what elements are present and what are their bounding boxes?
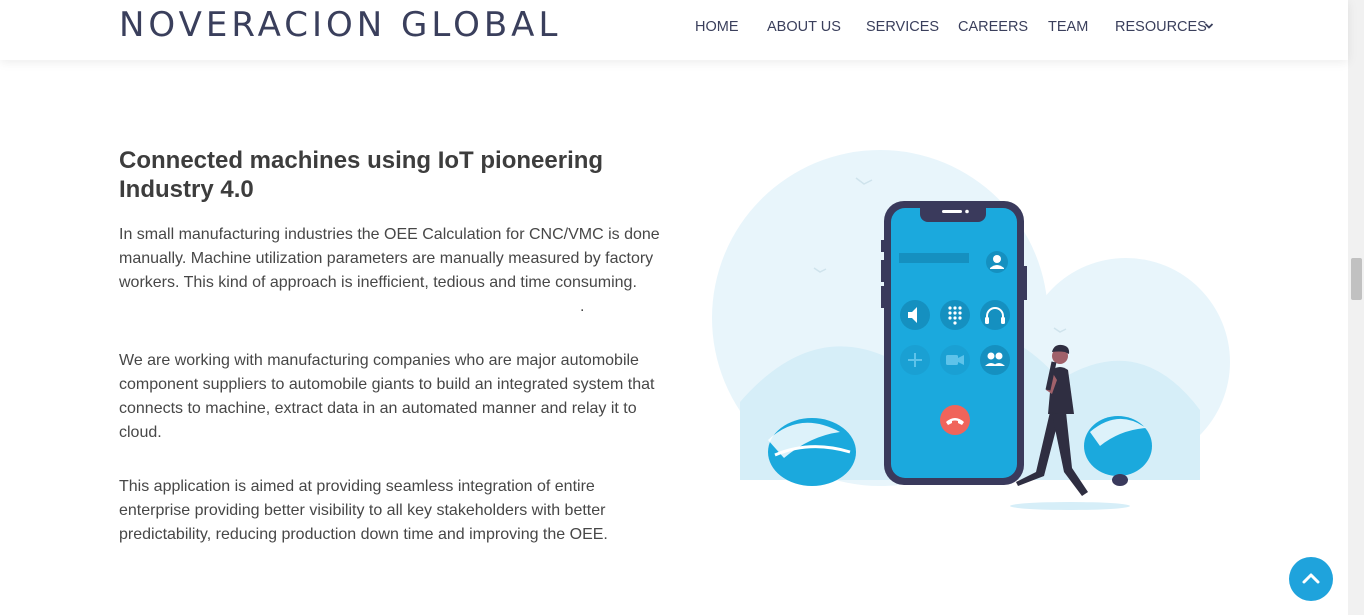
paragraph-problem: In small manufacturing industries the OE…: [119, 226, 660, 291]
headphones-icon[interactable]: [980, 300, 1010, 330]
phone-call-illustration: [712, 150, 1230, 510]
video-icon[interactable]: [940, 345, 970, 375]
back-to-top-button[interactable]: [1289, 557, 1333, 601]
nav-careers[interactable]: CAREERS: [958, 18, 1028, 36]
speaker-icon[interactable]: [900, 300, 930, 330]
nav-about-us[interactable]: ABOUT US: [767, 18, 841, 36]
scrollbar-track[interactable]: [1348, 0, 1364, 615]
scrollbar-thumb[interactable]: [1351, 258, 1362, 300]
smartphone: [881, 201, 1027, 485]
site-logo[interactable]: NOVERACION GLOBAL: [119, 3, 561, 47]
nav-home[interactable]: HOME: [695, 18, 739, 36]
bush-left: [768, 418, 856, 486]
stray-dot: .: [580, 298, 585, 315]
nav-team[interactable]: TEAM: [1048, 18, 1088, 36]
site-header: NOVERACION GLOBAL HOME ABOUT US SERVICES…: [0, 0, 1348, 60]
plus-icon[interactable]: [900, 345, 930, 375]
end-call-icon[interactable]: [940, 405, 970, 435]
contacts-icon[interactable]: [980, 345, 1010, 375]
paragraph-benefits: This application is aimed at providing s…: [119, 478, 608, 543]
chevron-down-icon[interactable]: [1204, 21, 1214, 31]
paragraph-solution: We are working with manufacturing compan…: [119, 352, 655, 441]
nav-resources[interactable]: RESOURCES: [1115, 18, 1207, 36]
keypad-icon[interactable]: [940, 300, 970, 330]
section-heading: Connected machines using IoT pioneering …: [119, 147, 604, 203]
nav-services[interactable]: SERVICES: [866, 18, 939, 36]
avatar-icon[interactable]: [986, 251, 1008, 273]
arrow-up-icon: [1302, 573, 1320, 584]
caller-name-bar: [899, 253, 969, 263]
